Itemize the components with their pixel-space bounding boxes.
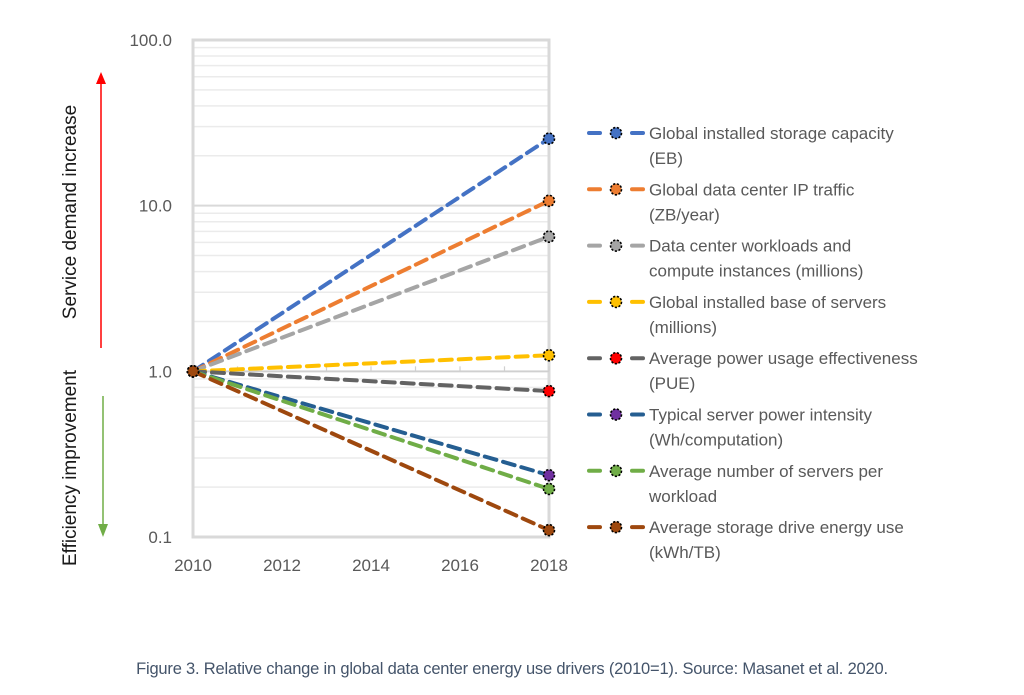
data-point-marker bbox=[609, 183, 623, 196]
figure-caption: Figure 3. Relative change in global data… bbox=[136, 660, 888, 678]
y-tick-label: 0.1 bbox=[148, 528, 172, 547]
legend-label: (EB) bbox=[649, 149, 683, 168]
data-point-marker bbox=[609, 295, 623, 309]
data-point-marker bbox=[542, 194, 556, 208]
plot-area-border bbox=[191, 38, 551, 539]
data-point-marker bbox=[609, 408, 623, 421]
axes: 0.1 1.0 10.0 100.0 2010 2012 2014 2016 2018 bbox=[129, 31, 567, 575]
x-tick-label: 2012 bbox=[263, 556, 301, 575]
x-tick-label: 2010 bbox=[174, 556, 212, 575]
data-point-marker bbox=[542, 230, 556, 243]
data-point-marker bbox=[609, 464, 623, 478]
legend-entry: Global installed storage capacity (EB) bbox=[587, 124, 894, 168]
legend-label: workload bbox=[648, 487, 717, 506]
service-demand-label: Service demand increase bbox=[60, 105, 81, 319]
series-1 bbox=[191, 132, 556, 374]
service-demand-arrowhead bbox=[96, 72, 106, 84]
legend-label: Typical server power intensity bbox=[649, 406, 872, 425]
legend-label: Global data center IP traffic bbox=[649, 180, 855, 199]
data-point-marker bbox=[609, 520, 623, 534]
data-point-marker bbox=[609, 126, 623, 140]
legend-label: (kWh/TB) bbox=[649, 543, 721, 562]
y-tick-label: 1.0 bbox=[148, 362, 172, 381]
legend-label: Average power usage effectiveness bbox=[649, 349, 918, 368]
series-lines bbox=[186, 132, 556, 537]
data-point-marker bbox=[542, 384, 556, 398]
legend-label: (ZB/year) bbox=[649, 205, 720, 224]
series-line bbox=[191, 198, 551, 374]
series-line bbox=[191, 369, 551, 533]
efficiency-label: Efficiency improvement bbox=[60, 369, 81, 566]
legend-entry: Typical server power intensity (Wh/comput… bbox=[587, 406, 872, 450]
chart: 0.1 1.0 10.0 100.0 2010 2012 2014 2016 2018 Glob… bbox=[60, 31, 918, 575]
data-point-marker bbox=[542, 482, 556, 496]
legend-entry: Average power usage effectiveness (PUE) bbox=[587, 349, 918, 393]
legend: Global installed storage capacity(EB)Glo… bbox=[587, 124, 918, 562]
legend-label: (PUE) bbox=[649, 374, 695, 393]
data-point-marker bbox=[542, 468, 556, 482]
data-point-marker bbox=[186, 365, 200, 378]
legend-label: Global installed base of servers bbox=[649, 293, 886, 312]
start-markers bbox=[186, 365, 200, 378]
y-tick-label: 100.0 bbox=[129, 31, 172, 50]
efficiency-arrowhead bbox=[98, 524, 108, 537]
legend-entry: Global data center IP traffic (ZB/year) bbox=[587, 180, 855, 224]
data-point-marker bbox=[609, 351, 623, 365]
legend-label: Average number of servers per bbox=[649, 462, 883, 481]
legend-label: Global installed storage capacity bbox=[649, 124, 894, 143]
side-annotations: Service demand increase Efficiency impro… bbox=[60, 72, 108, 566]
x-tick-label: 2016 bbox=[441, 556, 479, 575]
data-point-marker bbox=[542, 523, 556, 537]
data-point-marker bbox=[542, 132, 556, 145]
legend-entry: Global installed base of servers (million… bbox=[587, 293, 886, 337]
series-4 bbox=[191, 348, 556, 374]
legend-label: Average storage drive energy use bbox=[649, 518, 904, 537]
legend-entry: Average storage drive energy use (kWh/TB) bbox=[587, 518, 904, 562]
data-point-marker bbox=[609, 239, 623, 252]
legend-label: Data center workloads and bbox=[649, 237, 851, 256]
legend-label: compute instances (millions) bbox=[649, 262, 863, 281]
data-point-marker bbox=[542, 348, 556, 362]
y-tick-label: 10.0 bbox=[139, 197, 172, 216]
gridlines bbox=[193, 39, 549, 538]
x-tick-label: 2014 bbox=[352, 556, 390, 575]
legend-label: (Wh/computation) bbox=[649, 431, 783, 450]
legend-entry: Average number of servers per workload bbox=[587, 462, 883, 506]
legend-label: (millions) bbox=[649, 318, 717, 337]
legend-entry: Data center workloads and compute instanc… bbox=[587, 237, 863, 281]
x-tick-label: 2018 bbox=[530, 556, 568, 575]
plot-frame bbox=[191, 38, 551, 539]
series-5 bbox=[191, 369, 556, 398]
series-8 bbox=[191, 369, 556, 537]
